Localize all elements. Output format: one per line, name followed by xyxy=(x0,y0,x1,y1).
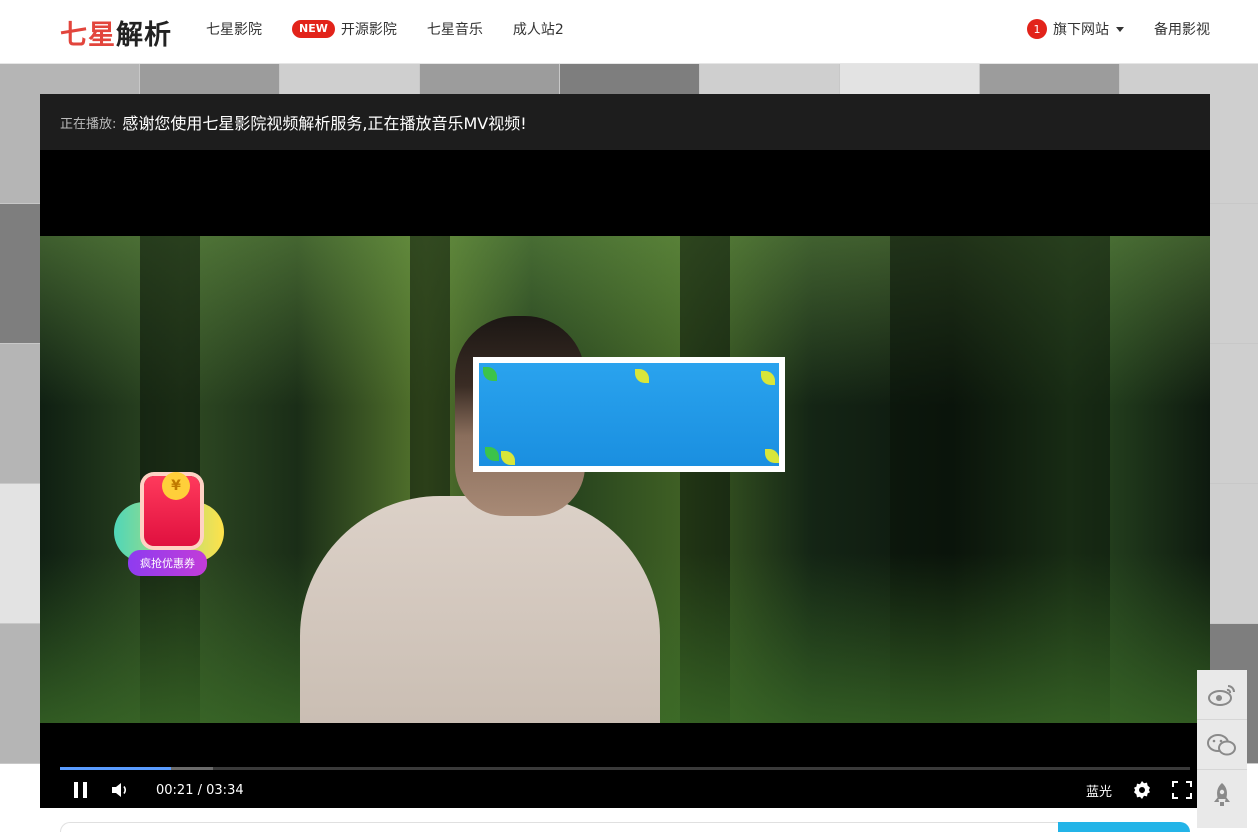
search-input[interactable] xyxy=(60,822,1060,832)
nav-item-label: 七星影院 xyxy=(206,22,262,38)
weibo-share-button[interactable] xyxy=(1197,670,1247,720)
main-nav: 七星影院 NEW 开源影院 七星音乐 成人站2 xyxy=(206,0,594,58)
nav-item-label: 成人站2 xyxy=(512,22,564,38)
now-playing-title: 感谢您使用七星影院视频解析服务,正在播放音乐MV视频! xyxy=(122,114,527,133)
backup-site-label: 备用影视 xyxy=(1154,22,1210,38)
right-nav: 1 旗下网站 备用影视 xyxy=(997,0,1210,58)
volume-button[interactable] xyxy=(100,774,140,806)
now-playing-bar: 正在播放: 感谢您使用七星影院视频解析服务,正在播放音乐MV视频! xyxy=(40,94,1210,150)
leaf-decoration-icon xyxy=(635,369,649,383)
leaf-decoration-icon xyxy=(761,371,775,385)
logo-text-secondary: 解析 xyxy=(116,19,172,51)
backup-site-link[interactable]: 备用影视 xyxy=(1154,19,1210,39)
search-button[interactable] xyxy=(1058,822,1190,832)
nav-item-cinema[interactable]: 七星影院 xyxy=(206,19,262,39)
back-to-top-button[interactable] xyxy=(1197,770,1247,820)
leaf-decoration-icon xyxy=(485,447,499,461)
time-separator: / xyxy=(197,782,202,798)
logo-text-primary: 七星 xyxy=(60,19,116,51)
pause-button[interactable] xyxy=(60,774,100,806)
leaf-decoration-icon xyxy=(765,449,779,463)
duration: 03:34 xyxy=(206,782,244,798)
time-display: 00:21 / 03:34 xyxy=(156,783,244,798)
site-logo[interactable]: 七星 解析 xyxy=(60,12,172,52)
current-time: 00:21 xyxy=(156,782,194,798)
settings-button[interactable] xyxy=(1122,774,1162,806)
controls-right: 蓝光 xyxy=(1086,774,1202,806)
fullscreen-button[interactable] xyxy=(1162,774,1202,806)
leaf-decoration-icon xyxy=(501,451,515,465)
rocket-icon xyxy=(1214,783,1230,806)
leaf-decoration-icon xyxy=(483,367,497,381)
chevron-down-icon xyxy=(1116,26,1124,32)
nav-item-label: 开源影院 xyxy=(340,22,397,38)
now-playing-label: 正在播放: xyxy=(60,116,117,132)
side-share-bar xyxy=(1197,670,1247,828)
ad-banner-image xyxy=(479,363,779,466)
wechat-share-button[interactable] xyxy=(1197,720,1247,770)
nav-item-adult-site-2[interactable]: 成人站2 xyxy=(513,19,564,39)
pause-icon xyxy=(73,782,87,798)
wechat-icon xyxy=(1207,733,1236,755)
player-controls: 00:21 / 03:34 蓝光 xyxy=(40,774,1210,806)
new-badge: NEW xyxy=(292,20,335,38)
nav-item-label: 七星音乐 xyxy=(426,22,483,38)
progress-played xyxy=(60,767,171,770)
coupon-promo-label: 疯抢优惠券 xyxy=(128,550,207,576)
nav-item-music[interactable]: 七星音乐 xyxy=(427,19,483,39)
performer-body xyxy=(300,496,660,723)
coin-icon: ¥ xyxy=(162,472,190,500)
video-player[interactable]: 正在播放: 感谢您使用七星影院视频解析服务,正在播放音乐MV视频! ¥ 疯抢优惠… xyxy=(40,94,1210,828)
quality-selector[interactable]: 蓝光 xyxy=(1086,781,1112,800)
sister-sites-dropdown[interactable]: 1 旗下网站 xyxy=(1027,19,1124,39)
nav-item-open-source-cinema[interactable]: NEW 开源影院 xyxy=(292,19,397,39)
coupon-promo-widget[interactable]: ¥ 疯抢优惠券 xyxy=(114,466,234,586)
bottom-search-area xyxy=(40,808,1210,832)
ad-banner[interactable] xyxy=(473,357,785,472)
fullscreen-icon xyxy=(1172,781,1192,799)
top-navigation-bar: 七星 解析 七星影院 NEW 开源影院 七星音乐 成人站2 1 旗下网站 备用影视 xyxy=(0,0,1258,64)
volume-icon xyxy=(112,783,127,797)
notification-count-badge: 1 xyxy=(1027,19,1047,39)
gear-icon xyxy=(1134,781,1150,799)
dropdown-label: 旗下网站 xyxy=(1053,22,1109,38)
progress-bar[interactable] xyxy=(60,767,1190,770)
weibo-icon xyxy=(1208,684,1235,706)
